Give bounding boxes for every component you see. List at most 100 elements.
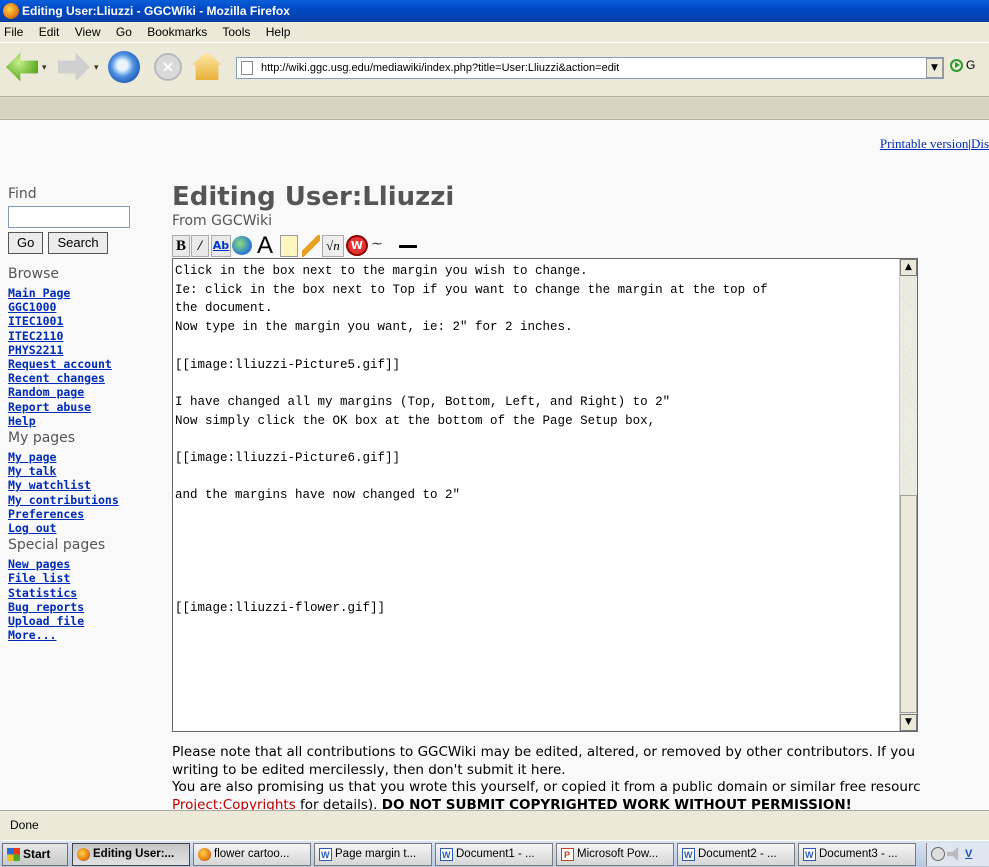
media-link-icon[interactable]: [302, 235, 320, 257]
menu-file[interactable]: File: [4, 25, 23, 39]
headline-icon[interactable]: A: [254, 234, 276, 258]
firefox-icon: [198, 848, 211, 861]
window-title: Editing User:Lliuzzi - GGCWiki - Mozilla…: [22, 4, 290, 18]
menu-bookmarks[interactable]: Bookmarks: [147, 25, 207, 39]
sidebar-item-my-contributions[interactable]: My contributions: [8, 493, 158, 507]
sidebar-item-itec1001[interactable]: ITEC1001: [8, 314, 158, 328]
sidebar-item-log-out[interactable]: Log out: [8, 521, 158, 535]
scroll-up-icon[interactable]: ▲: [900, 259, 917, 276]
sidebar-item-report-abuse[interactable]: Report abuse: [8, 400, 158, 414]
sidebar-item-my-page[interactable]: My page: [8, 450, 158, 464]
edit-textarea[interactable]: Click in the box next to the margin you …: [172, 258, 918, 732]
scroll-down-icon[interactable]: ▼: [900, 714, 917, 731]
taskbar-item-powerpoint[interactable]: Microsoft Pow...: [556, 843, 674, 866]
tray-app-label[interactable]: V: [965, 847, 987, 861]
taskbar-item-document3[interactable]: Document3 - ...: [798, 843, 916, 866]
word-icon: [319, 845, 332, 865]
italic-icon[interactable]: /: [191, 235, 209, 257]
bold-icon[interactable]: B: [172, 235, 190, 257]
address-url: http://wiki.ggc.usg.edu/mediawiki/index.…: [261, 62, 620, 74]
embedded-image-icon[interactable]: [280, 235, 298, 257]
menu-bar: File Edit View Go Bookmarks Tools Help: [0, 22, 989, 42]
system-tray: V: [926, 843, 989, 866]
task-label: Page margin t...: [335, 848, 417, 860]
find-heading: Find: [8, 186, 37, 202]
start-button[interactable]: Start: [2, 843, 68, 866]
search-button[interactable]: Search: [48, 232, 108, 254]
sidebar-item-request-account[interactable]: Request account: [8, 357, 158, 371]
stop-icon[interactable]: ×: [154, 53, 182, 81]
browse-list: Main Page GGC1000 ITEC1001 ITEC2110 PHYS…: [8, 286, 158, 428]
mypages-heading: My pages: [8, 430, 76, 447]
notice-line-3: You are also promising us that you wrote…: [172, 779, 921, 795]
go-button[interactable]: G: [950, 58, 975, 73]
title-bar: Editing User:Lliuzzi - GGCWiki - Mozilla…: [0, 0, 989, 22]
internal-link-icon[interactable]: Ab: [211, 235, 231, 257]
word-icon: [803, 845, 816, 865]
toolbar-strip: [0, 96, 989, 120]
task-label: Editing User:...: [93, 848, 175, 860]
taskbar-item-page-margin[interactable]: Page margin t...: [314, 843, 432, 866]
sidebar-item-itec2110[interactable]: ITEC2110: [8, 329, 158, 343]
copyrights-link[interactable]: Project:Copyrights: [172, 797, 296, 811]
home-icon[interactable]: [192, 52, 222, 80]
taskbar-item-flower-cartoon[interactable]: flower cartoo...: [193, 843, 311, 866]
forward-dropdown-icon[interactable]: ▾: [94, 63, 99, 73]
sidebar-item-bug-reports[interactable]: Bug reports: [8, 600, 158, 614]
sidebar-item-ggc1000[interactable]: GGC1000: [8, 300, 158, 314]
math-formula-icon[interactable]: √n: [322, 235, 344, 257]
volume-icon[interactable]: [947, 847, 959, 861]
back-dropdown-icon[interactable]: ▾: [42, 63, 47, 73]
sidebar-item-random-page[interactable]: Random page: [8, 385, 158, 399]
sidebar-item-help[interactable]: Help: [8, 414, 158, 428]
textarea-scrollbar[interactable]: ▲ ▼: [899, 259, 917, 731]
scrollbar-thumb[interactable]: [900, 495, 917, 713]
back-arrow-icon[interactable]: [6, 52, 38, 82]
menu-tools[interactable]: Tools: [222, 25, 250, 39]
menu-edit[interactable]: Edit: [39, 25, 60, 39]
sidebar-item-preferences[interactable]: Preferences: [8, 507, 158, 521]
menu-go[interactable]: Go: [116, 25, 132, 39]
word-icon: [440, 845, 453, 865]
printable-version-link[interactable]: Printable version: [880, 136, 968, 151]
task-label: Document1 - ...: [456, 848, 535, 860]
sidebar-item-main-page[interactable]: Main Page: [8, 286, 158, 300]
search-input[interactable]: [8, 206, 130, 228]
nowiki-icon[interactable]: W: [346, 235, 368, 256]
notice-line-1: Please note that all contributions to GG…: [172, 744, 915, 760]
sidebar-item-more[interactable]: More...: [8, 628, 158, 642]
sidebar-item-statistics[interactable]: Statistics: [8, 586, 158, 600]
edit-textarea-content: Click in the box next to the margin you …: [175, 264, 768, 615]
sidebar-item-recent-changes[interactable]: Recent changes: [8, 371, 158, 385]
horizontal-line-icon[interactable]: [398, 235, 418, 257]
reload-icon[interactable]: [108, 51, 140, 83]
task-label: Document3 - ...: [819, 848, 898, 860]
forward-arrow-icon[interactable]: [58, 52, 90, 82]
discussion-link[interactable]: Dis: [971, 136, 989, 151]
sidebar-item-phys2211[interactable]: PHYS2211: [8, 343, 158, 357]
signature-icon[interactable]: ∼: [370, 235, 394, 257]
tray-clock-icon[interactable]: [931, 847, 945, 861]
taskbar-item-document1[interactable]: Document1 - ...: [435, 843, 553, 866]
menu-help[interactable]: Help: [266, 25, 291, 39]
firefox-icon: [77, 848, 90, 861]
go-search-button[interactable]: Go: [8, 232, 44, 254]
sidebar-item-my-talk[interactable]: My talk: [8, 464, 158, 478]
sidebar-item-file-list[interactable]: File list: [8, 571, 158, 585]
special-pages-heading: Special pages: [8, 537, 106, 554]
task-label: Microsoft Pow...: [577, 848, 659, 860]
taskbar-item-firefox-editing[interactable]: Editing User:...: [72, 843, 190, 866]
sidebar-item-new-pages[interactable]: New pages: [8, 557, 158, 571]
address-dropdown-icon[interactable]: ▼: [926, 58, 943, 78]
menu-view[interactable]: View: [75, 25, 101, 39]
sidebar-item-upload-file[interactable]: Upload file: [8, 614, 158, 628]
page-title: Editing User:Lliuzzi: [172, 182, 455, 212]
taskbar-item-document2[interactable]: Document2 - ...: [677, 843, 795, 866]
external-link-icon[interactable]: [232, 236, 252, 255]
status-bar: Done: [0, 810, 989, 840]
task-label: Document2 - ...: [698, 848, 777, 860]
navigation-toolbar: ▾ ▾ × http://wiki.ggc.usg.edu/mediawiki/…: [0, 42, 989, 96]
task-label: flower cartoo...: [214, 848, 290, 860]
address-bar[interactable]: http://wiki.ggc.usg.edu/mediawiki/index.…: [236, 57, 944, 79]
sidebar-item-my-watchlist[interactable]: My watchlist: [8, 478, 158, 492]
